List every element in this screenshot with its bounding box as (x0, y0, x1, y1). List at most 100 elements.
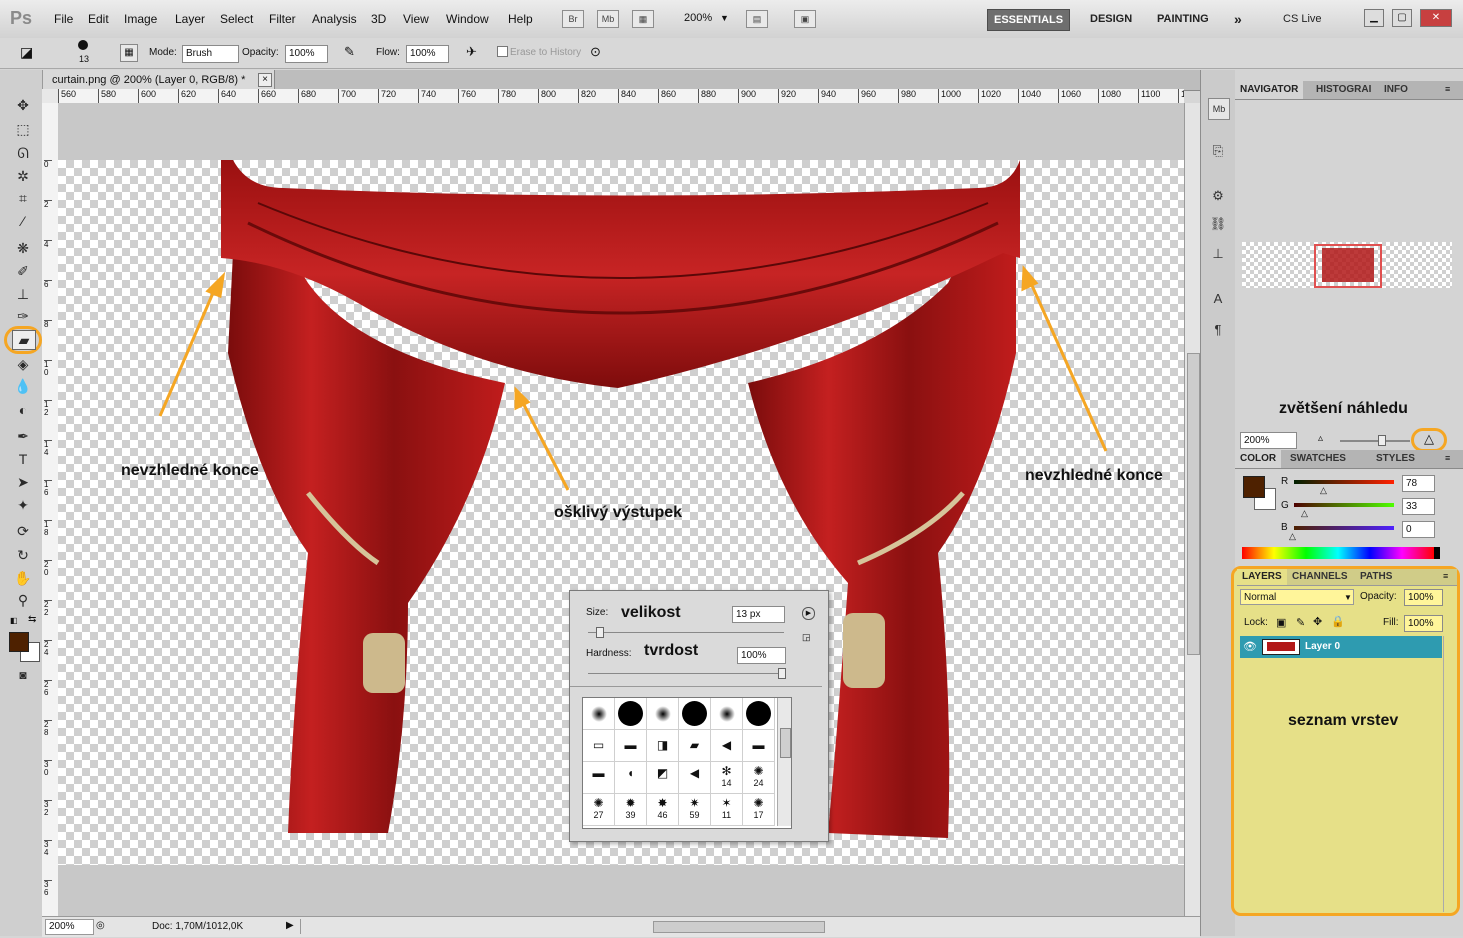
brush-preset[interactable]: ◩ (647, 762, 679, 794)
brush-preset[interactable]: ✶ 11 (711, 794, 743, 826)
menu-help[interactable]: Help (508, 12, 533, 26)
flow-input[interactable]: 100% (406, 45, 449, 63)
brush-preset[interactable] (679, 698, 711, 730)
default-colors-icon[interactable]: ◧ (10, 616, 18, 625)
brush-preset[interactable]: ✸ 46 (647, 794, 679, 826)
tab-swatches[interactable]: SWATCHES (1285, 450, 1351, 468)
lock-transparent-pixels-icon[interactable]: ▣ (1276, 616, 1286, 629)
path-selection-tool-icon[interactable]: ➤ (12, 472, 34, 492)
menu-select[interactable]: Select (220, 12, 253, 26)
green-slider-handle[interactable]: △ (1301, 508, 1308, 519)
color-foreground-swatch[interactable] (1243, 476, 1265, 498)
menu-edit[interactable]: Edit (88, 12, 109, 26)
brush-preset[interactable]: ▬ (743, 730, 775, 762)
hardness-input[interactable]: 100% (737, 647, 786, 664)
black-swatch[interactable] (1434, 547, 1440, 559)
menu-filter[interactable]: Filter (269, 12, 296, 26)
fill-input[interactable]: 100% (1404, 615, 1443, 632)
clone-source-icon[interactable]: ⛓ (1208, 214, 1228, 234)
tab-styles[interactable]: STYLES (1371, 450, 1420, 468)
history-brush-tool-icon[interactable]: ✑ (12, 306, 34, 326)
size-slider-track[interactable] (588, 632, 784, 633)
arrange-documents-button[interactable]: ▤ (746, 10, 768, 28)
presets-scroll-thumb[interactable] (780, 728, 791, 758)
menu-file[interactable]: File (54, 12, 73, 26)
tab-navigator[interactable]: NAVIGATOR (1235, 81, 1304, 99)
extras-button[interactable]: ▦ (632, 10, 654, 28)
tab-histogram[interactable]: HISTOGRAI (1311, 81, 1376, 99)
tab-layers[interactable]: LAYERS (1237, 569, 1287, 585)
horizontal-ruler[interactable]: 560 580 600 620 640 660 680 700 720 740 760 780 800 8… (58, 89, 1184, 104)
eyedropper-tool-icon[interactable]: ⁄ (12, 211, 34, 231)
brush-preset[interactable]: ✹ 39 (615, 794, 647, 826)
clone-stamp-tool-icon[interactable]: ⊥ (12, 284, 34, 304)
horizontal-scroll-thumb[interactable] (653, 921, 825, 933)
tablet-pressure-opacity-icon[interactable]: ✎ (344, 44, 355, 60)
blue-slider[interactable] (1294, 526, 1394, 530)
swap-colors-icon[interactable]: ⇆ (28, 614, 36, 625)
layer-opacity-input[interactable]: 100% (1404, 589, 1443, 606)
adjustments-panel-icon[interactable]: ⚙ (1208, 186, 1228, 206)
blur-tool-icon[interactable]: 💧 (12, 376, 34, 396)
lasso-tool-icon[interactable]: ᘏ (12, 143, 34, 163)
history-panel-icon[interactable]: ⎘ (1208, 141, 1228, 161)
hand-tool-icon[interactable]: ✋ (12, 568, 34, 588)
brush-preset[interactable]: ✺ 27 (583, 794, 615, 826)
vertical-scroll-thumb[interactable] (1187, 353, 1200, 655)
navigator-zoom-handle[interactable] (1378, 435, 1386, 446)
airbrush-icon[interactable]: ✈ (466, 44, 477, 60)
menu-analysis[interactable]: Analysis (312, 12, 357, 26)
hardness-slider-handle[interactable] (778, 668, 786, 679)
new-preset-icon[interactable]: ◲ (802, 632, 811, 643)
panel-menu-icon[interactable]: ≡ (1445, 453, 1450, 463)
zoom-level-dropdown[interactable]: 200% (684, 12, 712, 24)
workspace-painting[interactable]: PAINTING (1151, 9, 1215, 29)
tab-info[interactable]: INFO (1379, 81, 1413, 99)
brush-menu-button[interactable]: ▶ (802, 607, 815, 620)
menu-window[interactable]: Window (446, 12, 489, 26)
spot-healing-tool-icon[interactable]: ❋ (12, 238, 34, 258)
erase-to-history-checkbox[interactable] (497, 46, 508, 57)
size-slider-handle[interactable] (596, 627, 604, 638)
crop-tool-icon[interactable]: ⌗ (12, 188, 34, 208)
green-slider[interactable] (1294, 503, 1394, 507)
status-info-icon[interactable]: ◎ (96, 920, 105, 931)
bridge-button[interactable]: Br (562, 10, 584, 28)
tab-channels[interactable]: CHANNELS (1287, 569, 1353, 585)
brush-tool-icon[interactable]: ✐ (12, 261, 34, 281)
more-workspaces-button[interactable]: » (1228, 9, 1248, 29)
brush-preset[interactable]: ✺ 24 (743, 762, 775, 794)
green-input[interactable]: 33 (1402, 498, 1435, 515)
brush-preset[interactable]: ▰ (679, 730, 711, 762)
panel-menu-icon[interactable]: ≡ (1443, 571, 1448, 581)
brush-preset[interactable]: ✺ 17 (743, 794, 775, 826)
navigator-zoom-slider[interactable] (1340, 440, 1410, 442)
blue-input[interactable]: 0 (1402, 521, 1435, 538)
layers-scrollbar[interactable] (1443, 636, 1456, 912)
paragraph-panel-icon[interactable]: ¶ (1208, 320, 1228, 340)
panel-menu-icon[interactable]: ≡ (1445, 84, 1450, 94)
red-slider[interactable] (1294, 480, 1394, 484)
red-input[interactable]: 78 (1402, 475, 1435, 492)
tablet-pressure-size-icon[interactable]: ⊙ (590, 44, 601, 60)
move-tool-icon[interactable]: ✥ (12, 95, 34, 115)
presets-scrollbar[interactable] (777, 698, 791, 826)
menu-3d[interactable]: 3D (371, 12, 386, 26)
workspace-essentials[interactable]: ESSENTIALS (987, 9, 1071, 31)
shape-tool-icon[interactable]: ✦ (12, 495, 34, 515)
dodge-tool-icon[interactable]: ◐ (12, 400, 34, 420)
eraser-tool-icon[interactable]: ▰ (12, 330, 36, 350)
red-slider-handle[interactable]: △ (1320, 485, 1327, 496)
close-document-button[interactable]: × (258, 73, 272, 87)
brush-panel-toggle-button[interactable]: ▦ (120, 44, 138, 62)
tab-paths[interactable]: PATHS (1355, 569, 1397, 585)
document-tab[interactable]: curtain.png @ 200% (Layer 0, RGB/8) * (42, 70, 275, 90)
foreground-color-swatch[interactable] (9, 632, 29, 652)
vertical-ruler[interactable]: 0 2 4 6 8 1 0 1 2 1 4 1 6 1 8 2 0 2 2 2 4 2 6 2 8 3 0 3 … (42, 103, 59, 916)
zoom-tool-icon[interactable]: ⚲ (12, 590, 34, 610)
paint-bucket-tool-icon[interactable]: ◈ (12, 354, 34, 374)
maximize-button[interactable]: ▢ (1392, 9, 1412, 27)
menu-layer[interactable]: Layer (175, 12, 205, 26)
menu-view[interactable]: View (403, 12, 429, 26)
status-menu-arrow-icon[interactable]: ▶ (286, 920, 294, 931)
